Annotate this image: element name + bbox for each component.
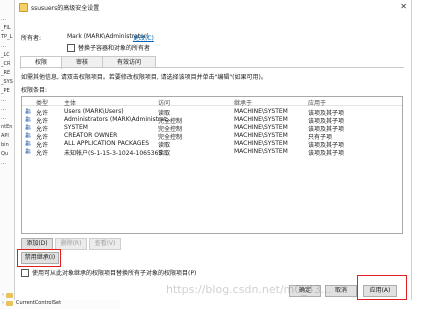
title-bar: ssusuers的高级安全设置 ✕	[15, 0, 411, 14]
tree-item-label: CurrentControlSet	[16, 300, 62, 306]
info-text: 如需其他信息, 请双击权限项目。若要修改权限项目, 请选择该项目并单击"编辑"(…	[21, 74, 267, 81]
background-text: _CR	[1, 61, 11, 67]
column-type[interactable]: 类型	[36, 98, 48, 107]
highlight-box	[357, 275, 407, 300]
users-icon	[25, 148, 31, 154]
cell-principal: Administrators (MARK\Administrat...	[64, 116, 173, 123]
replace-owner-checkbox[interactable]: 替换子容器和对象的所有者	[67, 43, 150, 52]
folder-icon	[6, 300, 13, 306]
change-owner-link[interactable]: 更改(C)	[133, 33, 154, 42]
table-row[interactable]: 允许 CREATOR OWNER 完全控制 MACHINE\SYSTEM 只有子项	[22, 131, 402, 141]
column-inherited-from[interactable]: 继承于	[234, 98, 252, 107]
users-icon	[25, 140, 31, 146]
users-icon	[25, 132, 31, 138]
table-header: 类型 主体 访问 继承于 应用于	[22, 97, 402, 107]
advanced-security-dialog: ssusuers的高级安全设置 ✕ 所有者: Mark (MARK\Admini…	[14, 0, 412, 300]
table-row[interactable]: 允许 Administrators (MARK\Administrat... 完全控…	[22, 115, 402, 125]
checkbox-icon[interactable]	[67, 43, 75, 52]
background-text: bin	[1, 142, 9, 148]
window-title: ssusuers的高级安全设置	[31, 4, 100, 12]
table-row[interactable]: 允许 未知帐户(S-1-15-3-1024-1065365... 读取 MACHINE…	[22, 147, 402, 157]
column-access[interactable]: 访问	[158, 98, 170, 107]
users-icon	[25, 124, 31, 130]
cell-type: 允许	[36, 150, 49, 157]
background-text: …	[1, 115, 6, 121]
users-icon	[25, 116, 31, 122]
background-text: ntEn	[1, 124, 13, 130]
replace-child-permissions-label: 使用可从此对象继承的权限项目替换所有子对象的权限项目(P)	[32, 270, 197, 277]
cell-access: 读取	[158, 150, 171, 157]
tree-item[interactable]: › CurrentControlSet	[2, 300, 61, 306]
checkbox-icon[interactable]	[21, 268, 29, 277]
column-applies-to[interactable]: 应用于	[308, 98, 326, 107]
replace-child-permissions-checkbox[interactable]: 使用可从此对象继承的权限项目替换所有子对象的权限项目(P)	[21, 268, 196, 277]
cell-applies: 该项及其子项	[308, 150, 345, 157]
table-row[interactable]: 允许 Users (MARK\Users) 读取 MACHINE\SYSTEM 该项及其…	[22, 107, 402, 117]
background-text: Qu	[1, 151, 9, 157]
background-text: _FIL	[1, 25, 11, 31]
owner-label: 所有者:	[21, 35, 42, 42]
chevron-right-icon[interactable]: ›	[2, 300, 4, 306]
folder-icon	[19, 2, 28, 12]
background-text: _RE	[1, 70, 11, 76]
close-icon[interactable]: ✕	[400, 2, 407, 11]
cell-inherited: MACHINE\SYSTEM	[234, 148, 288, 155]
cell-principal: CREATOR OWNER	[64, 132, 118, 139]
watermark: https://blog.csdn.net/m0_43...	[166, 283, 332, 296]
cell-principal: Users (MARK\Users)	[64, 108, 124, 115]
background-text: _LC	[1, 52, 10, 58]
background-text: TP_L	[1, 34, 13, 40]
permission-entries-table: 类型 主体 访问 继承于 应用于 允许 Users (MARK\Users) 读取 M…	[21, 96, 403, 234]
column-principal[interactable]: 主体	[64, 98, 76, 107]
chevron-right-icon[interactable]: ›	[2, 292, 4, 298]
cell-inherited: MACHINE\SYSTEM	[234, 124, 288, 131]
highlight-box	[17, 249, 61, 267]
folder-icon	[6, 292, 13, 298]
cell-inherited: MACHINE\SYSTEM	[234, 116, 288, 123]
background-text: …	[1, 106, 6, 112]
background-text: API	[1, 133, 9, 139]
cell-inherited: MACHINE\SYSTEM	[234, 108, 288, 115]
background-text: …	[1, 43, 6, 49]
background-app-panel: … _FIL TP_L … _LC _CR _RE _SYS _PE … … … ntEn API bin Q…	[0, 0, 15, 309]
table-row[interactable]: 允许 ALL APPLICATION PACKAGES 读取 MACHINE\SYST…	[22, 139, 402, 149]
background-text: _SYS	[1, 79, 13, 85]
background-text: …	[1, 160, 6, 166]
table-row[interactable]: 允许 SYSTEM 完全控制 MACHINE\SYSTEM 该项及其子项	[22, 123, 402, 133]
cell-inherited: MACHINE\SYSTEM	[234, 140, 288, 147]
users-icon	[25, 108, 31, 114]
replace-owner-label: 替换子容器和对象的所有者	[78, 45, 151, 52]
cell-inherited: MACHINE\SYSTEM	[234, 132, 288, 139]
background-text: …	[1, 16, 6, 22]
permission-entries-label: 权限条目:	[21, 87, 48, 94]
cell-principal: ALL APPLICATION PACKAGES	[64, 140, 150, 147]
cell-principal: 未知帐户(S-1-15-3-1024-1065365...	[64, 150, 168, 157]
background-text: _PE	[1, 88, 10, 94]
cell-principal: SYSTEM	[64, 124, 88, 131]
view-button[interactable]: 查看(V)	[89, 238, 121, 250]
background-text: …	[1, 97, 6, 103]
